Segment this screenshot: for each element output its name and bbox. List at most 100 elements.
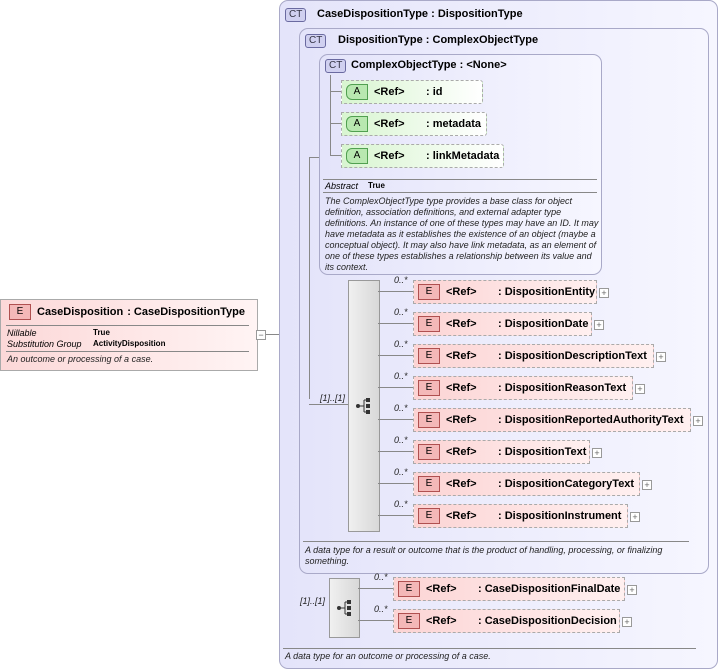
type-description: The ComplexObjectType type provides a ba… <box>325 196 599 272</box>
prop-key: Nillable <box>7 328 37 338</box>
connector <box>378 355 413 356</box>
abstract-value: True <box>368 181 385 190</box>
element-ref[interactable]: E <Ref>: DispositionDescriptionText <box>413 344 654 368</box>
element-ref[interactable]: E <Ref> : DispositionCategoryText <box>413 472 640 496</box>
element-multiplicity: 0..* <box>394 275 408 285</box>
ref-label: <Ref> <box>446 286 477 298</box>
prop-key: Substitution Group <box>7 339 82 349</box>
element-multiplicity: 0..* <box>394 403 408 413</box>
element-ref[interactable]: E <Ref> : CaseDispositionFinalDate <box>393 577 625 601</box>
element-type: : CaseDispositionType <box>127 306 245 318</box>
connector <box>378 451 413 452</box>
expand-toggle[interactable]: + <box>594 320 604 330</box>
element-description: An outcome or processing of a case. <box>7 354 154 364</box>
attribute-icon: A <box>346 84 368 100</box>
element-name: : DispositionEntity <box>498 286 596 298</box>
element-badge-icon: E <box>398 581 420 597</box>
ref-label: <Ref> <box>374 150 405 162</box>
ref-label: <Ref> <box>446 510 477 522</box>
ref-label: <Ref> <box>374 118 405 130</box>
ref-label: <Ref> <box>446 350 477 362</box>
element-name: : DispositionDate <box>498 318 589 330</box>
element-multiplicity: 0..* <box>394 371 408 381</box>
attribute-icon: A <box>346 148 368 164</box>
connector <box>378 291 413 292</box>
sequence-multiplicity: [1]..[1] <box>300 596 326 606</box>
connector <box>378 419 413 420</box>
element-name: : DispositionCategoryText <box>498 478 635 490</box>
attribute-name: : linkMetadata <box>426 150 500 162</box>
element-name: : CaseDispositionFinalDate <box>478 583 621 595</box>
expand-toggle[interactable]: + <box>642 480 652 490</box>
element-name: : DispositionReasonText <box>498 382 627 394</box>
element-badge-icon: E <box>398 613 420 629</box>
prop-value: ActivityDisposition <box>93 339 166 348</box>
element-ref[interactable]: E <Ref>: DispositionText <box>413 440 590 464</box>
ref-label: <Ref> <box>446 382 477 394</box>
complex-type-icon: CT <box>325 59 347 73</box>
attribute-name: : metadata <box>426 118 482 130</box>
element-ref[interactable]: E <Ref> : CaseDispositionDecision <box>393 609 620 633</box>
element-multiplicity: 0..* <box>374 572 388 582</box>
element-ref[interactable]: E <Ref> : DispositionEntity <box>413 280 597 304</box>
element-ref[interactable]: E <Ref> : DispositionReasonText <box>413 376 633 400</box>
collapse-toggle[interactable]: − <box>256 330 266 340</box>
ref-label: <Ref> <box>446 478 477 490</box>
ref-label: <Ref> <box>426 583 457 595</box>
ref-label: <Ref> <box>446 414 477 426</box>
expand-toggle[interactable]: + <box>622 617 632 627</box>
expand-toggle[interactable]: + <box>599 288 609 298</box>
connector <box>378 483 413 484</box>
element-name: : DispositionDescriptionText <box>498 350 647 362</box>
element-ref[interactable]: E <Ref>: DispositionReportedAuthorityText <box>413 408 691 432</box>
element-badge-icon: E <box>418 316 440 332</box>
type-title: ComplexObjectType : <None> <box>351 59 507 71</box>
expand-toggle[interactable]: + <box>693 416 703 426</box>
attribute-name: : id <box>426 86 443 98</box>
type-title: CaseDispositionType : DispositionType <box>317 8 523 20</box>
element-multiplicity: 0..* <box>374 604 388 614</box>
complex-type-icon: CT <box>305 34 327 48</box>
element-badge-icon: E <box>9 304 31 320</box>
element-multiplicity: 0..* <box>394 499 408 509</box>
connector <box>358 620 393 621</box>
element-name: : CaseDispositionDecision <box>478 615 617 627</box>
ref-label: <Ref> <box>446 446 477 458</box>
element-badge-icon: E <box>418 284 440 300</box>
element-badge-icon: E <box>418 508 440 524</box>
element-name: : DispositionReportedAuthorityText <box>498 414 684 426</box>
element-ref[interactable]: E <Ref> : DispositionInstrument <box>413 504 628 528</box>
root-element[interactable]: E CaseDisposition: CaseDispositionType N… <box>0 299 258 371</box>
sequence-icon <box>337 600 351 616</box>
type-title: DispositionType : ComplexObjectType <box>338 34 539 46</box>
type-description: A data type for an outcome or processing… <box>285 651 491 661</box>
ref-label: <Ref> <box>446 318 477 330</box>
element-badge-icon: E <box>418 476 440 492</box>
expand-toggle[interactable]: + <box>656 352 666 362</box>
connector <box>358 588 393 589</box>
expand-toggle[interactable]: + <box>630 512 640 522</box>
element-badge-icon: E <box>418 380 440 396</box>
connector <box>378 387 413 388</box>
ref-label: <Ref> <box>426 615 457 627</box>
element-multiplicity: 0..* <box>394 307 408 317</box>
element-name: CaseDisposition <box>37 306 124 318</box>
sequence-compositor[interactable] <box>348 280 380 532</box>
sequence-compositor[interactable] <box>329 578 360 638</box>
expand-toggle[interactable]: + <box>592 448 602 458</box>
sequence-multiplicity: [1]..[1] <box>320 393 346 403</box>
abstract-key: Abstract <box>325 181 359 191</box>
element-name: : DispositionInstrument <box>498 510 622 522</box>
attribute-metadata[interactable]: A <Ref> : metadata <box>341 112 487 136</box>
sequence-icon <box>356 398 370 414</box>
attribute-linkmetadata[interactable]: A <Ref> : linkMetadata <box>341 144 504 168</box>
element-multiplicity: 0..* <box>394 339 408 349</box>
element-ref[interactable]: E <Ref> : DispositionDate <box>413 312 592 336</box>
attribute-icon: A <box>346 116 368 132</box>
prop-value: True <box>93 328 110 337</box>
connector <box>378 515 413 516</box>
attribute-id[interactable]: A <Ref>: id <box>341 80 483 104</box>
expand-toggle[interactable]: + <box>635 384 645 394</box>
element-multiplicity: 0..* <box>394 467 408 477</box>
expand-toggle[interactable]: + <box>627 585 637 595</box>
